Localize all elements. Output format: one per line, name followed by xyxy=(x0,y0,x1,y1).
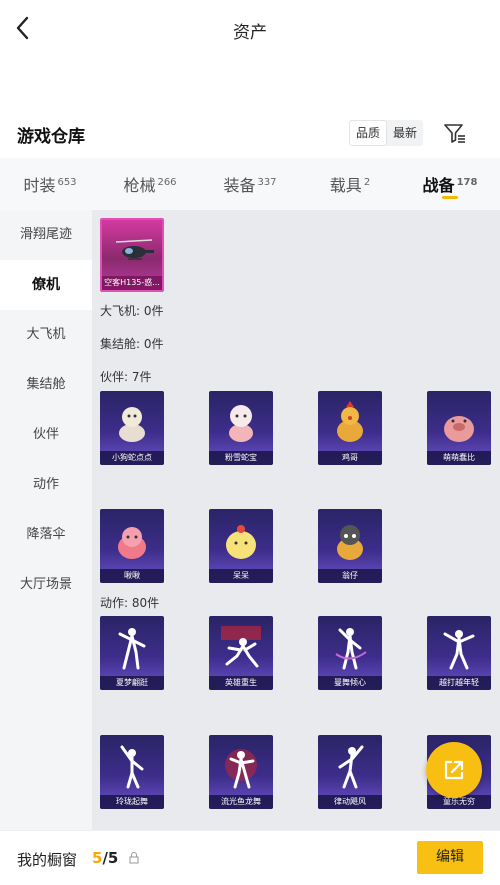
external-link-icon xyxy=(444,760,464,780)
dancer-silhouette-icon xyxy=(221,626,261,668)
sidebar-item-lobby-scene[interactable]: 大厅场景 xyxy=(0,560,92,610)
item-card[interactable]: 呆呆 xyxy=(209,509,273,583)
edit-button[interactable]: 编辑 xyxy=(417,841,483,874)
item-card[interactable]: 曼舞倾心 xyxy=(318,616,382,690)
sidebar-item-big-plane[interactable]: 大飞机 xyxy=(0,310,92,360)
big-plane-count: 大飞机: 0件 xyxy=(100,304,164,318)
item-name: 流光鱼龙舞 xyxy=(209,795,273,809)
dancer-silhouette-icon xyxy=(335,628,367,670)
active-tab-underline xyxy=(442,196,458,199)
partner-figure-icon xyxy=(337,401,363,442)
item-name: 萌萌蠢比 xyxy=(427,451,491,465)
action-count: 动作: 80件 xyxy=(100,596,160,610)
partner-figure-icon xyxy=(119,407,145,442)
item-name: 律动飓风 xyxy=(318,795,382,809)
item-card[interactable]: 流光鱼龙舞 xyxy=(209,735,273,809)
sidebar-item-wingman[interactable]: 僚机 xyxy=(0,260,92,310)
item-card[interactable]: 空客H135-惑... xyxy=(100,218,164,292)
window-count-current: 5 xyxy=(92,849,103,867)
item-card[interactable]: 翁仔 xyxy=(318,509,382,583)
items-panel: 空客H135-惑... 大飞机: 0件 集结舱: 0件 伙伴: 7件 小狗蛇点点… xyxy=(92,210,500,830)
tab-war-prep[interactable]: 战备 178 xyxy=(400,158,500,210)
partner-figure-icon xyxy=(118,527,146,559)
sidebar-item-partner[interactable]: 伙伴 xyxy=(0,410,92,460)
item-name: 夏梦翩跹 xyxy=(100,676,164,690)
item-name: 越打越年轻 xyxy=(427,676,491,690)
dancer-silhouette-icon xyxy=(118,628,146,670)
item-name: 玲珑起舞 xyxy=(100,795,164,809)
item-card[interactable]: 萌萌蠢比 xyxy=(427,391,491,465)
category-tabs: 时装 653 枪械 266 装备 337 载具 2 战备 178 xyxy=(0,158,500,210)
partner-figure-icon xyxy=(229,405,253,442)
top-bar: 资产 xyxy=(0,0,500,58)
bottom-bar: 我的橱窗 5/5 编辑 xyxy=(0,830,500,885)
tab-fashion[interactable]: 时装 653 xyxy=(0,158,100,210)
item-name: 啾啾 xyxy=(100,569,164,583)
item-card[interactable]: 越打越年轻 xyxy=(427,616,491,690)
helicopter-icon xyxy=(115,239,154,260)
sidebar-item-glide-trail[interactable]: 滑翔尾迹 xyxy=(0,210,92,260)
dancer-silhouette-icon xyxy=(225,749,257,789)
partner-figure-icon xyxy=(337,525,363,560)
sidebar-item-pod[interactable]: 集结舱 xyxy=(0,360,92,410)
item-card[interactable]: 小狗蛇点点 xyxy=(100,391,164,465)
pod-count: 集结舱: 0件 xyxy=(100,337,164,351)
item-card[interactable]: 玲珑起舞 xyxy=(100,735,164,809)
item-card[interactable]: 鸡哥 xyxy=(318,391,382,465)
window-count-total: /5 xyxy=(102,849,119,867)
dancer-silhouette-icon xyxy=(120,745,144,789)
item-name: 空客H135-惑... xyxy=(102,276,162,290)
filter-icon[interactable] xyxy=(442,120,468,146)
window-count: 5/5 xyxy=(92,849,118,867)
item-card[interactable]: 啾啾 xyxy=(100,509,164,583)
item-card[interactable]: 夏梦翩跹 xyxy=(100,616,164,690)
item-name: 翁仔 xyxy=(318,569,382,583)
sort-quality-button[interactable]: 品质 xyxy=(349,120,388,146)
tab-vehicles[interactable]: 载具 2 xyxy=(300,158,400,210)
warehouse-title: 游戏仓库 xyxy=(17,127,85,147)
page-title: 资产 xyxy=(233,23,267,43)
item-card[interactable]: 粉雪蛇宝 xyxy=(209,391,273,465)
sidebar-item-parachute[interactable]: 降落伞 xyxy=(0,510,92,560)
partner-figure-icon xyxy=(444,416,474,442)
item-name: 英雄重生 xyxy=(209,676,273,690)
sidebar-item-action[interactable]: 动作 xyxy=(0,460,92,510)
item-card[interactable]: 英雄重生 xyxy=(209,616,273,690)
item-name: 曼舞倾心 xyxy=(318,676,382,690)
item-name: 小狗蛇点点 xyxy=(100,451,164,465)
item-name: 鸡哥 xyxy=(318,451,382,465)
item-name: 呆呆 xyxy=(209,569,273,583)
sidebar: 滑翔尾迹 僚机 大飞机 集结舱 伙伴 动作 降落伞 大厅场景 xyxy=(0,210,92,830)
lock-icon xyxy=(129,852,139,864)
partner-figure-icon xyxy=(226,525,256,559)
dancer-silhouette-icon xyxy=(443,630,475,670)
sort-toggle: 品质 最新 xyxy=(349,120,424,146)
item-card[interactable]: 律动飓风 xyxy=(318,735,382,809)
my-window-label: 我的橱窗 xyxy=(17,851,78,869)
partner-count: 伙伴: 7件 xyxy=(100,370,152,384)
share-button[interactable] xyxy=(426,742,482,798)
item-name: 粉雪蛇宝 xyxy=(209,451,273,465)
sort-latest-button[interactable]: 最新 xyxy=(387,120,423,146)
tab-guns[interactable]: 枪械 266 xyxy=(100,158,200,210)
tab-equipment[interactable]: 装备 337 xyxy=(200,158,300,210)
dancer-silhouette-icon xyxy=(338,745,364,789)
